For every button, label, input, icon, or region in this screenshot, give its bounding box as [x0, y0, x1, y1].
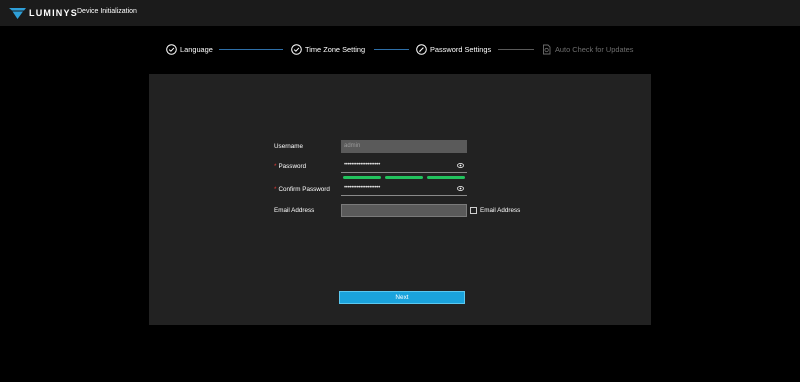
step-connector [219, 49, 283, 50]
password-field[interactable]: •••••••••••••••••••• [341, 160, 467, 173]
confirm-password-value: •••••••••••••••••••• [344, 185, 381, 191]
step-label: Auto Check for Updates [555, 44, 634, 54]
email-address-field[interactable] [341, 204, 467, 217]
update-document-icon [543, 44, 551, 54]
confirm-password-label-text: Confirm Password [278, 186, 330, 193]
step-label: Password Settings [430, 44, 492, 54]
step-label: Time Zone Setting [305, 44, 366, 54]
step-password-settings: Password Settings [416, 42, 491, 56]
username-value: admin [344, 143, 361, 149]
setup-stepper: Language Time Zone Setting Password Sett… [0, 42, 800, 56]
password-value: •••••••••••••••••••• [344, 162, 381, 168]
password-strength-segment [427, 176, 465, 179]
brand-name: LUMINYS [29, 8, 78, 18]
step-label: Language [180, 44, 213, 54]
email-address-checkbox[interactable] [470, 207, 477, 214]
show-password-eye-icon[interactable] [457, 186, 464, 191]
required-marker: * [274, 186, 277, 193]
username-label: Username [274, 143, 304, 150]
confirm-password-label: * Confirm Password [274, 186, 330, 193]
app-title: Device Initialization [77, 8, 137, 15]
password-settings-panel [149, 74, 651, 325]
password-label-text: Password [278, 163, 307, 170]
step-connector [374, 49, 409, 50]
confirm-password-field[interactable]: •••••••••••••••••••• [341, 183, 467, 196]
check-circle-icon [166, 43, 177, 55]
brand-logo: LUMINYS [9, 7, 78, 19]
password-strength-segment [385, 176, 423, 179]
password-strength-segment [343, 176, 381, 179]
luminys-logo-icon [9, 7, 26, 19]
step-auto-check-updates: Auto Check for Updates [541, 42, 633, 56]
email-address-label: Email Address [274, 207, 315, 214]
check-circle-icon [291, 43, 302, 55]
email-address-checkbox-label[interactable]: Email Address [480, 207, 520, 214]
password-label: * Password [274, 163, 306, 170]
step-time-zone: Time Zone Setting [291, 42, 365, 56]
show-password-eye-icon[interactable] [457, 163, 464, 168]
required-marker: * [274, 163, 277, 170]
next-button[interactable]: Next [339, 291, 465, 304]
top-bar: LUMINYS Device Initialization [0, 0, 800, 26]
step-connector [498, 49, 534, 50]
step-language: Language [166, 42, 213, 56]
edit-circle-icon [416, 43, 427, 55]
username-field: admin [341, 140, 467, 153]
